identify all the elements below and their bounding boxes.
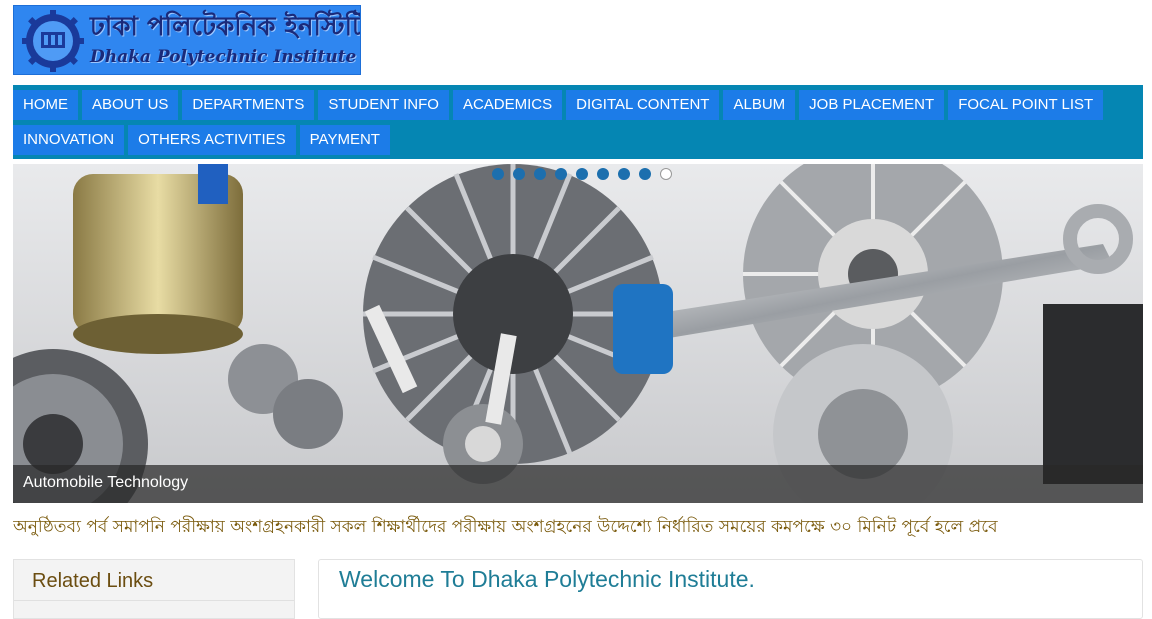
slide-caption-bar: Automobile Technology — [13, 465, 1143, 503]
slider-dot-4[interactable] — [555, 168, 567, 180]
slide-caption: Automobile Technology — [23, 474, 189, 491]
slider-dot-2[interactable] — [513, 168, 525, 180]
slider-dots — [492, 168, 681, 180]
nav-about-us[interactable]: ABOUT US — [82, 90, 179, 120]
main-navigation: HOME ABOUT US DEPARTMENTS STUDENT INFO A… — [13, 85, 1143, 159]
image-slider[interactable]: Automobile Technology — [13, 164, 1143, 503]
slider-dot-6[interactable] — [597, 168, 609, 180]
slider-dot-7[interactable] — [618, 168, 630, 180]
logo-bangla-name: ঢাকা পলিটেকনিক ইনস্টিটিউট — [90, 12, 360, 42]
nav-departments[interactable]: DEPARTMENTS — [182, 90, 315, 120]
slide-image — [13, 164, 1143, 503]
slider-dot-1[interactable] — [492, 168, 504, 180]
notice-text: অনুষ্ঠিতব্য পর্ব সমাপনি পরীক্ষায় অংশগ্র… — [13, 517, 998, 537]
nav-job-placement[interactable]: JOB PLACEMENT — [799, 90, 945, 120]
nav-academics[interactable]: ACADEMICS — [452, 90, 563, 120]
nav-focal-point-list[interactable]: FOCAL POINT LIST — [948, 90, 1104, 120]
related-links-title: Related Links — [32, 570, 154, 592]
nav-home[interactable]: HOME — [13, 90, 78, 120]
divider — [14, 600, 294, 601]
nav-digital-content[interactable]: DIGITAL CONTENT — [566, 90, 720, 120]
nav-row-2: INNOVATION OTHERS ACTIVITIES PAYMENT — [13, 125, 1143, 160]
slider-dot-5[interactable] — [576, 168, 588, 180]
welcome-panel: Welcome To Dhaka Polytechnic Institute. — [318, 559, 1143, 619]
nav-innovation[interactable]: INNOVATION — [13, 125, 125, 155]
slider-dot-active[interactable] — [660, 168, 672, 180]
nav-row-1: HOME ABOUT US DEPARTMENTS STUDENT INFO A… — [13, 90, 1143, 125]
welcome-title: Welcome To Dhaka Polytechnic Institute. — [339, 566, 755, 592]
site-logo[interactable]: ঢাকা পলিটেকনিক ইনস্টিটিউট Dhaka Polytech… — [13, 5, 361, 75]
nav-student-info[interactable]: STUDENT INFO — [318, 90, 449, 120]
nav-album[interactable]: ALBUM — [723, 90, 796, 120]
slider-dot-3[interactable] — [534, 168, 546, 180]
related-links-panel: Related Links — [13, 559, 295, 619]
gear-emblem-icon — [22, 10, 84, 72]
slider-dot-8[interactable] — [639, 168, 651, 180]
logo-english-name: Dhaka Polytechnic Institute — [90, 47, 357, 67]
nav-others-activities[interactable]: OTHERS ACTIVITIES — [128, 125, 296, 155]
nav-payment[interactable]: PAYMENT — [299, 125, 390, 155]
notice-marquee[interactable]: অনুষ্ঠিতব্য পর্ব সমাপনি পরীক্ষায় অংশগ্র… — [13, 513, 1143, 541]
